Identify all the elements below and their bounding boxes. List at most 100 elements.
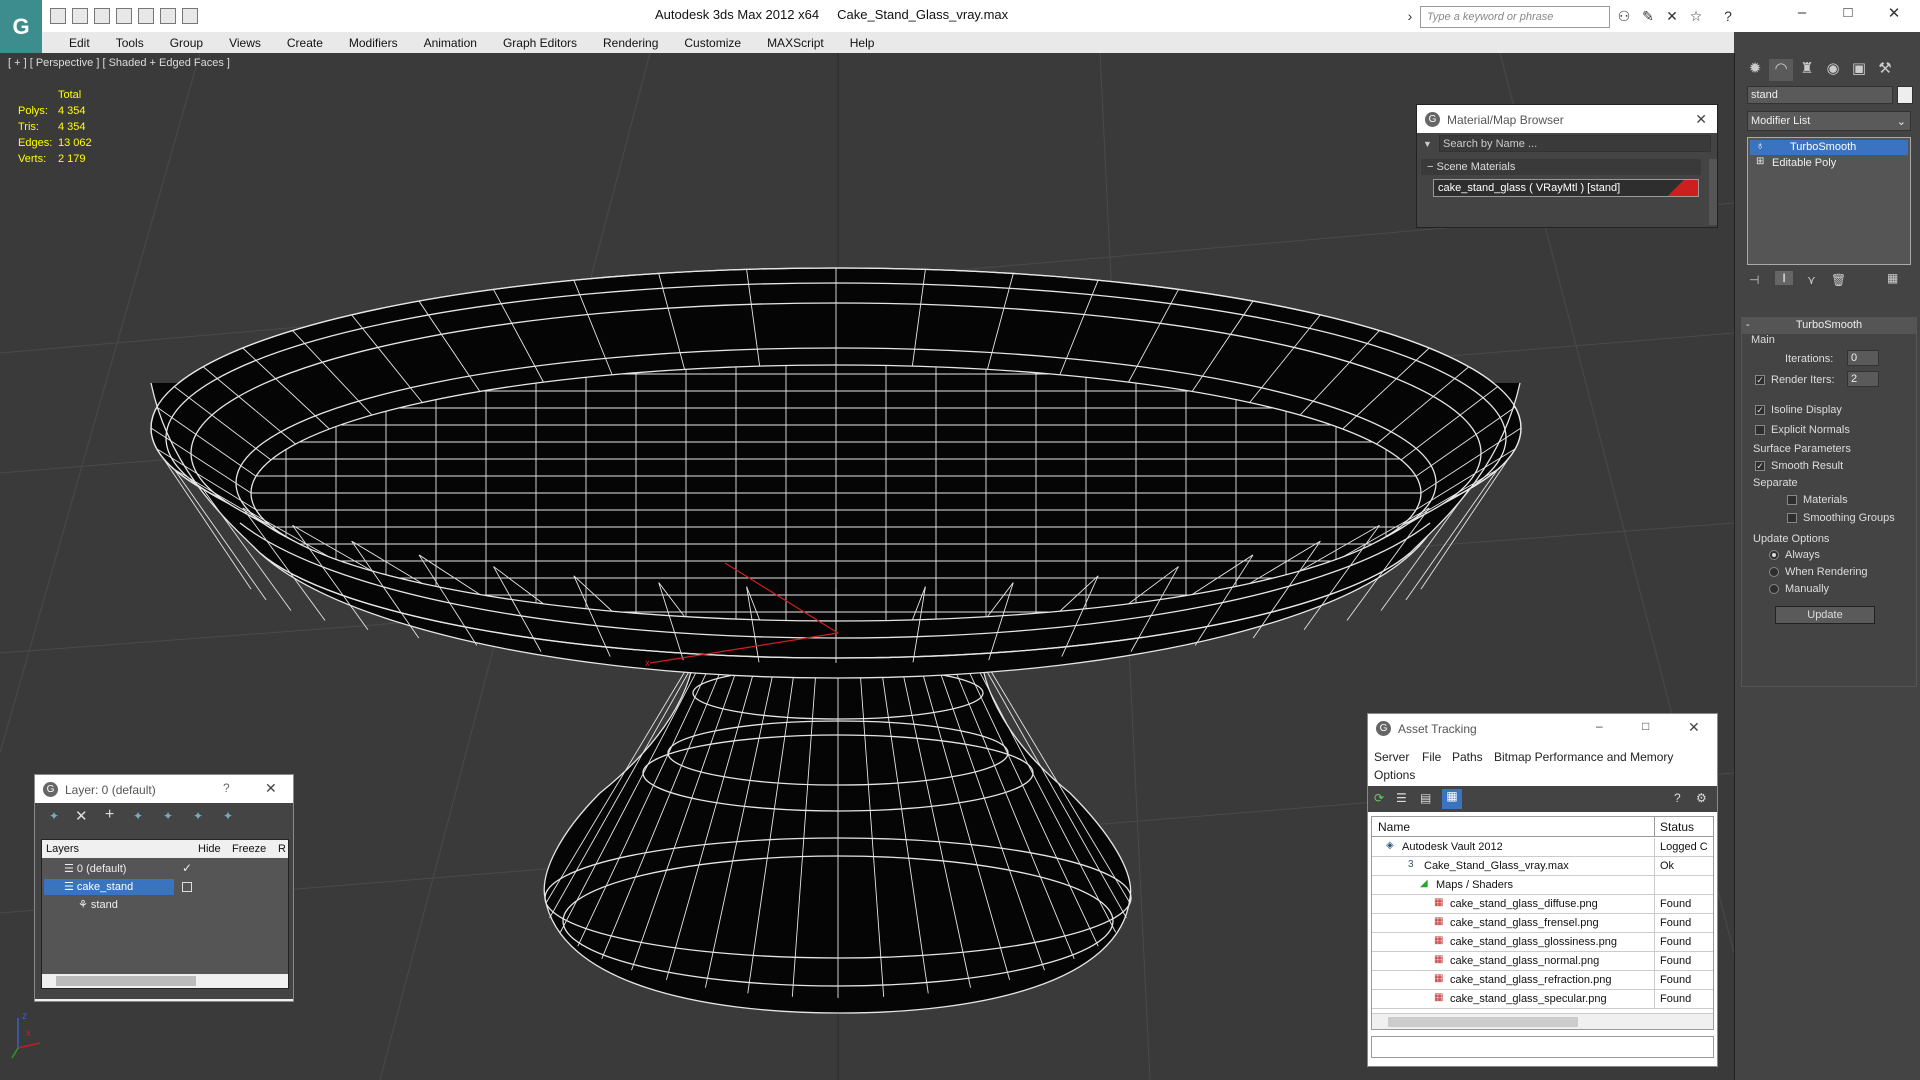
redo-icon[interactable]	[138, 8, 154, 24]
create-tab-icon[interactable]: ✹	[1743, 59, 1767, 81]
menu-create[interactable]: Create	[274, 36, 336, 50]
turbosmooth-rollout-title[interactable]: - TurboSmooth	[1742, 318, 1916, 334]
communication-icon[interactable]: ✕	[1664, 8, 1680, 24]
menu-edit[interactable]: Edit	[56, 36, 103, 50]
close-icon[interactable]: ✕	[265, 780, 277, 797]
menu-tools[interactable]: Tools	[103, 36, 157, 50]
menu-customize[interactable]: Customize	[671, 36, 754, 50]
menu-animation[interactable]: Animation	[411, 36, 490, 50]
stack-item-turbosmooth[interactable]: ♁ TurboSmooth	[1750, 140, 1908, 155]
menu-server[interactable]: Server	[1374, 750, 1409, 764]
chevron-right-icon[interactable]: ›	[1402, 8, 1418, 24]
settings-icon[interactable]: ⚙	[1696, 791, 1707, 805]
always-radio[interactable]	[1769, 550, 1779, 560]
open-file-icon[interactable]	[72, 8, 88, 24]
menu-modifiers[interactable]: Modifiers	[336, 36, 411, 50]
new-file-icon[interactable]	[50, 8, 66, 24]
asset-row[interactable]: ▦ cake_stand_glass_glossiness.png Found	[1372, 933, 1713, 952]
favorites-star-icon[interactable]: ☆	[1688, 8, 1704, 24]
refresh-icon[interactable]: ⟳	[1374, 791, 1384, 805]
material-search-input[interactable]: Search by Name ...	[1439, 135, 1711, 152]
smooth-result-checkbox[interactable]: ✓	[1755, 461, 1765, 471]
create-layer-icon[interactable]: ✦	[49, 809, 59, 823]
thumbnail-view-icon[interactable]: ▤	[1420, 791, 1431, 805]
menu-rendering[interactable]: Rendering	[590, 36, 671, 50]
add-to-layer-icon[interactable]: +	[105, 806, 114, 824]
menu-help[interactable]: Help	[837, 36, 888, 50]
delete-layer-icon[interactable]: ✕	[75, 807, 88, 825]
stack-item-editable-poly[interactable]: ⊞ Editable Poly	[1750, 156, 1908, 171]
configure-sets-icon[interactable]: ▦	[1887, 271, 1898, 285]
close-icon[interactable]: ✕	[1882, 4, 1906, 24]
asset-row[interactable]: ◈ Autodesk Vault 2012 Logged C	[1372, 838, 1713, 857]
layer-list-scrollbar[interactable]	[42, 974, 288, 988]
materials-checkbox[interactable]	[1787, 495, 1797, 505]
status-column-header[interactable]: Status	[1660, 820, 1694, 834]
minimize-icon[interactable]: –	[1790, 4, 1814, 24]
asset-row[interactable]: ◢ Maps / Shaders	[1372, 876, 1713, 895]
object-name-field[interactable]: stand	[1747, 86, 1893, 104]
menu-paths[interactable]: Paths	[1452, 750, 1483, 764]
close-icon[interactable]: ✕	[1695, 111, 1707, 128]
modifier-list-dropdown[interactable]: Modifier List ⌄	[1747, 111, 1911, 131]
render-iters-checkbox[interactable]: ✓	[1755, 375, 1765, 385]
viewport-label[interactable]: [ + ] [ Perspective ] [ Shaded + Edged F…	[8, 57, 230, 69]
fetch-icon[interactable]	[182, 8, 198, 24]
manually-radio[interactable]	[1769, 584, 1779, 594]
asset-row[interactable]: ▦ cake_stand_glass_frensel.png Found	[1372, 914, 1713, 933]
menu-views[interactable]: Views	[216, 36, 274, 50]
asset-row[interactable]: ▦ cake_stand_glass_normal.png Found	[1372, 952, 1713, 971]
modify-tab-icon[interactable]: ◠	[1769, 59, 1793, 81]
utilities-tab-icon[interactable]: ⚒	[1873, 59, 1897, 81]
layers-column-header[interactable]: Layers	[46, 843, 79, 855]
menu-graph-editors[interactable]: Graph Editors	[490, 36, 590, 50]
render-column-header[interactable]: R	[278, 843, 286, 855]
asset-row[interactable]: ▦ cake_stand_glass_diffuse.png Found	[1372, 895, 1713, 914]
hierarchy-tab-icon[interactable]: ♜	[1795, 59, 1819, 81]
save-file-icon[interactable]	[94, 8, 110, 24]
current-layer-check-icon[interactable]: ✓	[182, 861, 192, 875]
search-input[interactable]: Type a keyword or phrase	[1420, 6, 1610, 28]
material-item[interactable]: cake_stand_glass ( VRayMtl ) [stand]	[1433, 179, 1699, 197]
smoothing-groups-checkbox[interactable]	[1787, 513, 1797, 523]
highlight-layer-icon[interactable]: ✦	[163, 809, 173, 823]
layer-row-default[interactable]: ☰ 0 (default)	[64, 862, 126, 875]
menu-options[interactable]: Options	[1374, 768, 1415, 782]
motion-tab-icon[interactable]: ◉	[1821, 59, 1845, 81]
layer-help-button[interactable]: ?	[223, 781, 230, 795]
menu-file[interactable]: File	[1422, 750, 1441, 764]
object-color-swatch[interactable]	[1897, 86, 1913, 104]
hide-column-header[interactable]: Hide	[198, 843, 221, 855]
explicit-normals-checkbox[interactable]	[1755, 425, 1765, 435]
current-layer-box[interactable]	[182, 882, 192, 892]
funnel-icon[interactable]: ▼	[1423, 139, 1432, 149]
asset-path-field[interactable]	[1371, 1036, 1714, 1058]
undo-icon[interactable]	[116, 8, 132, 24]
table-view-icon[interactable]: ▦	[1442, 789, 1462, 809]
binoculars-icon[interactable]: ⚇	[1616, 8, 1632, 24]
asset-row[interactable]: ▦ cake_stand_glass_specular.png Found	[1372, 990, 1713, 1009]
isoline-display-checkbox[interactable]: ✓	[1755, 405, 1765, 415]
scene-materials-header[interactable]: − Scene Materials	[1421, 159, 1701, 175]
list-view-icon[interactable]: ☰	[1396, 791, 1407, 805]
scroll-thumb[interactable]	[56, 976, 196, 986]
display-tab-icon[interactable]: ▣	[1847, 59, 1871, 81]
make-unique-icon[interactable]: ⋎	[1807, 273, 1816, 287]
asset-row[interactable]: ▦ cake_stand_glass_refraction.png Found	[1372, 971, 1713, 990]
scroll-thumb[interactable]	[1388, 1017, 1578, 1027]
asset-table-scrollbar[interactable]	[1372, 1013, 1713, 1029]
app-logo-icon[interactable]: G	[0, 0, 42, 53]
menu-bitmap-performance[interactable]: Bitmap Performance and Memory	[1494, 750, 1673, 764]
layer-row-stand[interactable]: ⚘ stand	[78, 898, 118, 911]
asset-row[interactable]: 3 Cake_Stand_Glass_vray.max Ok	[1372, 857, 1713, 876]
maximize-icon[interactable]: □	[1836, 4, 1860, 24]
render-iters-spinner[interactable]: 2	[1847, 371, 1879, 387]
minimize-icon[interactable]: –	[1596, 719, 1603, 733]
layer-row-cake-stand[interactable]: ☰ cake_stand	[44, 879, 174, 895]
freeze-all-icon[interactable]: ✦	[223, 809, 233, 823]
help-icon[interactable]: ?	[1720, 8, 1736, 24]
lightbulb-icon[interactable]: ♁	[1756, 140, 1764, 152]
iterations-spinner[interactable]: 0	[1847, 350, 1879, 366]
maximize-icon[interactable]: □	[1642, 719, 1649, 733]
freeze-column-header[interactable]: Freeze	[232, 843, 266, 855]
